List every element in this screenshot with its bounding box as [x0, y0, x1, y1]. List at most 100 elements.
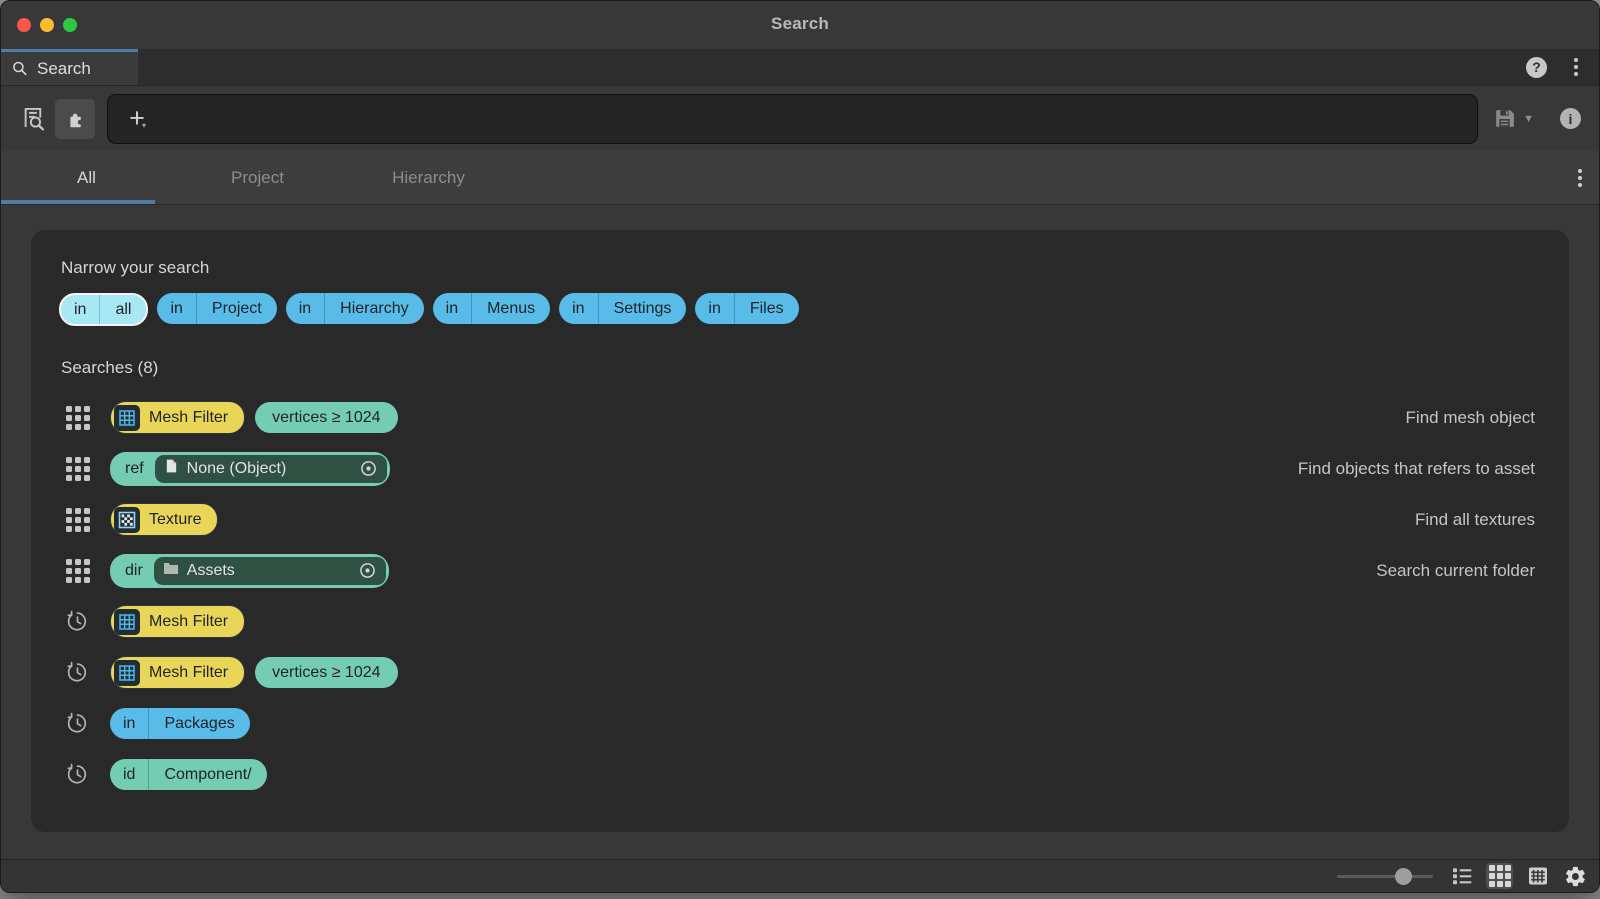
filter-pill-hierarchy[interactable]: inHierarchy	[286, 293, 424, 324]
query-block-label: Mesh Filter	[149, 409, 228, 427]
filter-prefix: in	[286, 293, 324, 324]
grid-dots-icon	[66, 508, 90, 532]
search-input[interactable]	[108, 95, 1477, 143]
slider-thumb[interactable]	[1395, 868, 1412, 885]
search-row: Mesh Filtervertices ≥ 1024Find mesh obje…	[59, 392, 1535, 443]
query-block-in[interactable]: inPackages	[110, 708, 250, 739]
grid-view-icon[interactable]	[1486, 863, 1513, 889]
save-search-button[interactable]: ▼	[1492, 106, 1534, 131]
search-row: ref None (Object) Find objects that refers…	[59, 443, 1535, 494]
query-blocks: Texture	[110, 503, 218, 536]
tab-search-label: Search	[37, 59, 91, 79]
history-icon	[64, 609, 91, 634]
search-toolbar: + ▾ ▼ i	[1, 86, 1599, 151]
query-block-ref[interactable]: ref None (Object)	[110, 452, 390, 486]
window-more-kebab-icon[interactable]	[1571, 55, 1581, 79]
search-row: idComponent/	[59, 749, 1535, 800]
query-block-prefix: ref	[110, 452, 155, 486]
query-block-prefix: id	[110, 759, 148, 790]
filter-label: Project	[197, 293, 277, 324]
filter-pill-files[interactable]: inFiles	[695, 293, 798, 324]
window-title: Search	[1, 14, 1599, 34]
filter-prefix: in	[61, 295, 99, 324]
search-icon	[11, 60, 29, 78]
tab-search[interactable]: Search	[1, 49, 138, 85]
filter-label: all	[100, 295, 146, 324]
query-block-dir[interactable]: dir Assets	[110, 554, 389, 588]
filter-pill-all[interactable]: inall	[59, 293, 148, 326]
query-blocks: ref None (Object)	[110, 452, 390, 486]
query-blocks: inPackages	[110, 708, 250, 739]
mesh-grid-icon	[114, 609, 140, 635]
object-picker-icon[interactable]	[359, 459, 378, 478]
tab-all[interactable]: All	[1, 151, 172, 204]
narrow-search-title: Narrow your search	[61, 258, 1535, 278]
item-size-slider[interactable]	[1337, 867, 1433, 885]
query-block-label: Texture	[149, 511, 201, 529]
search-window: Search Search ? +	[0, 0, 1600, 893]
folder-icon	[163, 561, 179, 580]
grid-dots-icon	[66, 406, 90, 430]
search-row: Mesh Filter vertices ≥ 1024	[59, 647, 1535, 698]
query-block-label: Mesh Filter	[149, 664, 228, 682]
object-picker-icon[interactable]	[358, 561, 377, 580]
history-icon	[64, 711, 91, 736]
search-description: Find objects that refers to asset	[1298, 459, 1535, 479]
slider-track[interactable]	[1337, 875, 1433, 878]
list-view-icon[interactable]	[1448, 863, 1475, 889]
tab-project[interactable]: Project	[172, 151, 343, 204]
grid-dots-icon	[66, 559, 90, 583]
query-block-value[interactable]: vertices ≥ 1024	[255, 402, 397, 433]
object-field-label: None (Object)	[187, 460, 287, 478]
filter-pill-project[interactable]: inProject	[157, 293, 276, 324]
object-field-label: Assets	[187, 562, 235, 580]
grid-dots-icon	[64, 559, 91, 583]
query-block-prefix: in	[110, 708, 148, 739]
object-field[interactable]: None (Object)	[155, 455, 387, 483]
add-query-block-button[interactable]: +	[120, 102, 154, 136]
result-tab-bar: All Project Hierarchy	[1, 151, 1599, 205]
document-icon	[164, 458, 179, 479]
search-row: Mesh Filter	[59, 596, 1535, 647]
query-block-label: Packages	[149, 708, 249, 739]
search-description: Search current folder	[1376, 561, 1535, 581]
query-block-id[interactable]: idComponent/	[110, 759, 267, 790]
tab-hierarchy[interactable]: Hierarchy	[343, 151, 514, 204]
puzzle-picker-icon[interactable]	[55, 99, 95, 139]
filter-label: Files	[735, 293, 799, 324]
query-block-prefix: dir	[110, 554, 154, 588]
object-field[interactable]: Assets	[154, 557, 386, 585]
searches-title: Searches (8)	[61, 358, 1535, 378]
query-block-value[interactable]: vertices ≥ 1024	[255, 657, 397, 688]
grid-dots-icon	[64, 457, 91, 481]
info-icon[interactable]: i	[1560, 108, 1581, 129]
mesh-grid-icon	[114, 660, 140, 686]
doc-tab-strip: Search ?	[1, 49, 1599, 86]
home-panel: Narrow your search inallinProjectinHiera…	[31, 230, 1569, 832]
query-block-mesh-filter[interactable]: Mesh Filter	[110, 401, 245, 434]
saved-searches-icon[interactable]	[15, 99, 51, 139]
save-icon	[1492, 106, 1517, 131]
search-row: Texture Find all textures	[59, 494, 1535, 545]
search-description: Find all textures	[1415, 510, 1535, 530]
table-view-icon[interactable]	[1524, 863, 1551, 889]
filter-pill-list: inallinProjectinHierarchyinMenusinSettin…	[59, 293, 1535, 326]
history-icon	[64, 660, 91, 685]
filter-prefix: in	[157, 293, 195, 324]
results-more-kebab-icon[interactable]	[1575, 166, 1585, 190]
search-row: inPackages	[59, 698, 1535, 749]
query-block-mesh-filter[interactable]: Mesh Filter	[110, 605, 245, 638]
query-blocks: Mesh Filter vertices ≥ 1024	[110, 401, 398, 434]
save-dropdown-caret-icon: ▼	[1523, 113, 1534, 125]
status-bar	[1, 859, 1599, 892]
search-row: dir Assets Search current folder	[59, 545, 1535, 596]
mesh-grid-icon	[114, 405, 140, 431]
help-icon[interactable]: ?	[1526, 57, 1547, 78]
query-blocks: Mesh Filter	[110, 605, 245, 638]
filter-pill-menus[interactable]: inMenus	[433, 293, 550, 324]
query-block-mesh-filter[interactable]: Mesh Filter	[110, 656, 245, 689]
filter-prefix: in	[695, 293, 733, 324]
query-block-texture[interactable]: Texture	[110, 503, 218, 536]
settings-gear-icon[interactable]	[1562, 863, 1589, 889]
filter-pill-settings[interactable]: inSettings	[559, 293, 686, 324]
